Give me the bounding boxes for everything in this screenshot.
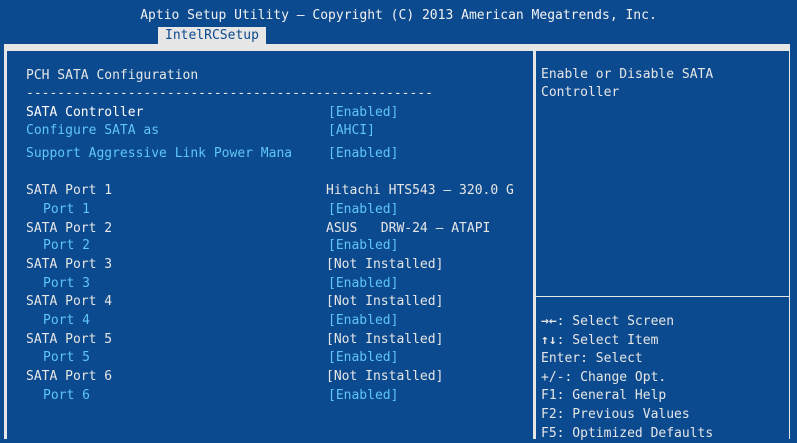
arrows-left-right-icon: →← xyxy=(541,314,557,329)
sata-port-2-device: ASUS DRW-24 – ATAPI xyxy=(326,221,491,236)
sata-port-3-label: SATA Port 3 xyxy=(26,257,113,272)
app-title: Aptio Setup Utility – Copyright (C) 2013… xyxy=(140,8,657,23)
sata-port-4-device: [Not Installed] xyxy=(326,294,444,309)
key-select-item: ↑↓: Select Item xyxy=(541,332,786,351)
help-line-1: Enable or Disable SATA xyxy=(541,67,714,82)
sata-port-2-label: SATA Port 2 xyxy=(26,221,113,236)
key-enter-select: Enter: Select xyxy=(541,351,643,367)
port-4-value[interactable]: [Enabled] xyxy=(328,313,398,329)
port-2-label[interactable]: Port 2 xyxy=(43,238,90,254)
configure-sata-value[interactable]: [AHCI] xyxy=(328,123,375,139)
separator-line: ----------------------------------------… xyxy=(26,86,433,101)
arrows-up-down-icon: ↑↓ xyxy=(541,332,557,348)
key-change-opt: +/-: Change Opt. xyxy=(541,369,667,385)
key-optimized-defaults: F5: Optimized Defaults xyxy=(541,425,714,441)
key-legend: →←: Select Screen ↑↓: Select Item Enter:… xyxy=(541,313,786,443)
aggressive-link-power-value[interactable]: [Enabled] xyxy=(328,146,398,162)
sata-port-6-device: [Not Installed] xyxy=(326,369,444,384)
key-desc: : Select Item xyxy=(556,332,659,348)
configure-sata-label[interactable]: Configure SATA as xyxy=(26,123,159,139)
sata-controller-label[interactable]: SATA Controller xyxy=(26,105,143,121)
key-general-help: F1: General Help xyxy=(541,388,667,404)
port-2-value[interactable]: [Enabled] xyxy=(328,238,398,254)
title-bar: Aptio Setup Utility – Copyright (C) 2013… xyxy=(0,0,797,44)
sata-port-6-label: SATA Port 6 xyxy=(26,369,113,384)
help-divider xyxy=(536,296,789,297)
port-4-label[interactable]: Port 4 xyxy=(43,313,90,329)
sata-port-1-device: Hitachi HTS543 – 320.0 G xyxy=(326,183,514,198)
port-1-value[interactable]: [Enabled] xyxy=(328,202,398,218)
help-line-2: Controller xyxy=(541,85,620,100)
sata-port-1-label: SATA Port 1 xyxy=(26,183,113,198)
tab-intelrcsetup[interactable]: IntelRCSetup xyxy=(158,27,266,44)
section-title: PCH SATA Configuration xyxy=(26,68,199,83)
port-3-label[interactable]: Port 3 xyxy=(43,276,90,292)
port-6-value[interactable]: [Enabled] xyxy=(328,388,398,404)
key-previous-values: F2: Previous Values xyxy=(541,406,690,422)
key-desc: : Select Screen xyxy=(556,314,675,329)
sata-port-5-device: [Not Installed] xyxy=(326,332,444,347)
port-5-value[interactable]: [Enabled] xyxy=(328,350,398,366)
port-5-label[interactable]: Port 5 xyxy=(43,350,90,366)
key-select-screen: →←: Select Screen xyxy=(541,313,786,332)
port-6-label[interactable]: Port 6 xyxy=(43,388,90,404)
port-1-label[interactable]: Port 1 xyxy=(43,202,90,218)
port-3-value[interactable]: [Enabled] xyxy=(328,276,398,292)
sata-port-5-label: SATA Port 5 xyxy=(26,332,113,347)
sata-port-3-device: [Not Installed] xyxy=(326,257,444,272)
sata-controller-value[interactable]: [Enabled] xyxy=(328,105,398,121)
sata-port-4-label: SATA Port 4 xyxy=(26,294,113,309)
aggressive-link-power-label[interactable]: Support Aggressive Link Power Mana xyxy=(26,146,292,162)
